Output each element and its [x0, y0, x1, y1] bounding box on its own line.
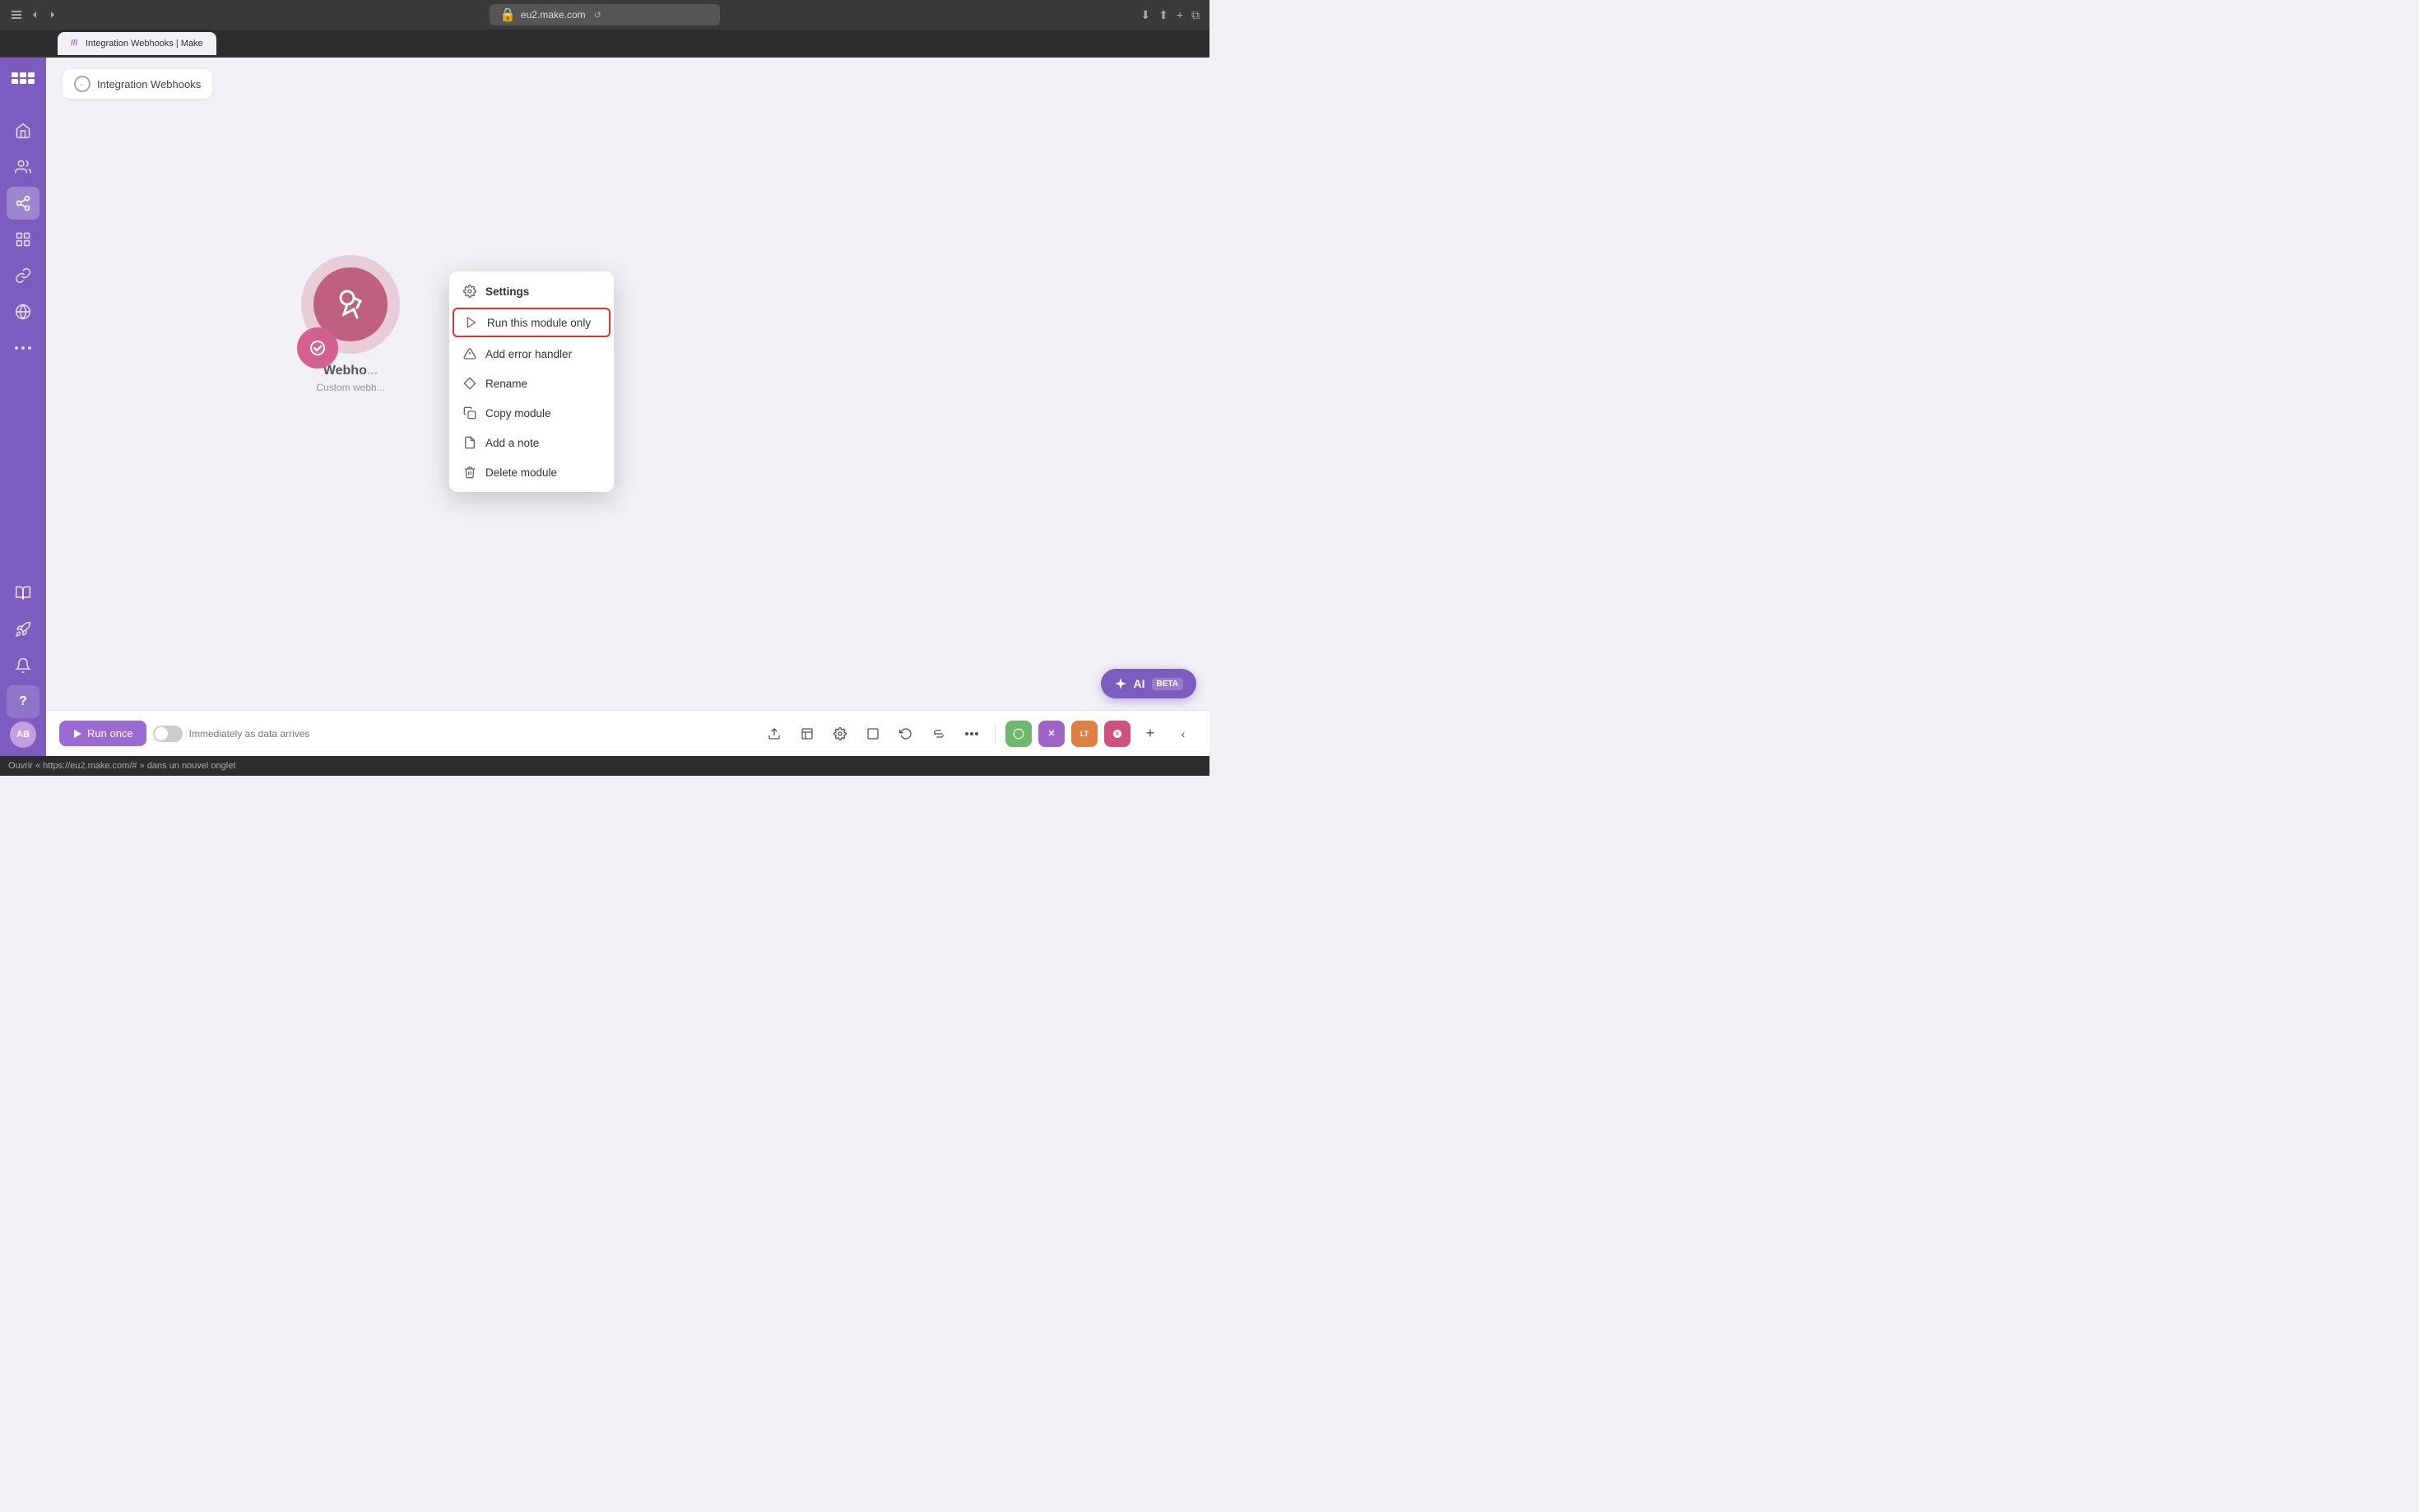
download-icon[interactable]: ⬇: [1140, 8, 1150, 22]
tab-title: Integration Webhooks | Make: [86, 39, 203, 49]
add-error-label: Add error handler: [485, 348, 572, 360]
orange-btn-label: LT: [1080, 730, 1089, 738]
sub-module-icon: [308, 338, 327, 358]
sidebar-item-more[interactable]: [7, 332, 39, 364]
ai-label: AI: [1134, 677, 1145, 690]
toolbar-save-btn[interactable]: [761, 721, 787, 747]
toolbar-pink-btn[interactable]: [1104, 721, 1131, 747]
warning-icon: [462, 346, 477, 361]
toolbar-green-btn[interactable]: [1005, 721, 1032, 747]
toolbar-layout-btn[interactable]: [794, 721, 820, 747]
breadcrumb-bar: ← Integration Webhooks: [46, 58, 1210, 110]
reload-icon: ↺: [594, 10, 601, 21]
sidebar-item-apps[interactable]: [7, 223, 39, 256]
breadcrumb-back-icon: ←: [74, 76, 91, 92]
toolbar-settings-btn[interactable]: [827, 721, 853, 747]
back-btn[interactable]: [28, 8, 41, 21]
module-node-webhook[interactable]: Webho... Custom webh...: [301, 255, 400, 393]
avatar-initials: AB: [16, 730, 30, 740]
tab-favicon: ///: [71, 39, 81, 49]
avatar[interactable]: AB: [10, 721, 36, 748]
toggle-knob: [155, 727, 168, 740]
context-menu-delete[interactable]: Delete module: [449, 457, 614, 487]
sidebar-item-connections[interactable]: [7, 259, 39, 292]
active-tab[interactable]: /// Integration Webhooks | Make: [58, 32, 216, 55]
module-sublabel: Custom webh...: [316, 382, 384, 393]
forward-btn[interactable]: [46, 8, 59, 21]
share-icon[interactable]: ⬆: [1158, 8, 1168, 22]
run-once-button[interactable]: Run once: [59, 721, 146, 746]
context-menu-run-module[interactable]: Run this module only: [453, 308, 611, 337]
status-bar: Ouvrir « https://eu2.make.com/# » dans u…: [0, 756, 1210, 776]
status-text: Ouvrir « https://eu2.make.com/# » dans u…: [8, 761, 235, 771]
ai-sparkle-icon: [1114, 677, 1127, 690]
toolbar-collapse-btn[interactable]: ‹: [1170, 721, 1196, 747]
settings-label: Settings: [485, 285, 529, 298]
module-sub-circle: [297, 327, 338, 369]
toolbar-divider: [995, 724, 996, 744]
toolbar-undo-btn[interactable]: [893, 721, 919, 747]
tab-bar: /// Integration Webhooks | Make: [0, 30, 1210, 58]
copy-icon: [462, 406, 477, 420]
app-container: ? AB ← Integration Webhooks: [0, 58, 1210, 756]
gear-icon: [462, 284, 477, 299]
toolbar-more-btn[interactable]: [959, 721, 985, 747]
copy-module-label: Copy module: [485, 407, 551, 420]
sidebar-toggle-btn[interactable]: [10, 8, 23, 21]
run-module-label: Run this module only: [487, 317, 591, 329]
sidebar-item-scenarios[interactable]: [7, 187, 39, 220]
sidebar-item-home[interactable]: [7, 114, 39, 147]
browser-chrome: 🔒 eu2.make.com ↺ ⬇ ⬆ + ⧉: [0, 0, 1210, 30]
bottom-toolbar: Run once Immediately as data arrives: [46, 710, 1210, 756]
pink-btn-icon: [1112, 729, 1122, 739]
new-tab-icon[interactable]: +: [1177, 8, 1183, 21]
canvas-area: Webho... Custom webh... Settings: [46, 107, 1210, 707]
run-once-label: Run once: [87, 727, 133, 740]
logo[interactable]: [5, 66, 41, 101]
sidebar-item-docs[interactable]: [7, 577, 39, 610]
run-once-play-icon: [72, 729, 82, 739]
address-bar[interactable]: 🔒 eu2.make.com ↺: [490, 4, 720, 26]
lock-icon: 🔒: [499, 7, 516, 23]
sidebar-item-globe[interactable]: [7, 295, 39, 328]
toolbar-orange-btn[interactable]: LT: [1071, 721, 1098, 747]
sidebar-item-help[interactable]: ?: [7, 685, 39, 718]
sidebar-item-notifications[interactable]: [7, 649, 39, 682]
sidebar: ? AB: [0, 58, 46, 756]
toolbar-add-btn[interactable]: +: [1137, 721, 1163, 747]
schedule-label: Immediately as data arrives: [189, 728, 310, 740]
schedule-toggle[interactable]: [153, 726, 183, 742]
rename-label: Rename: [485, 378, 527, 390]
window-icon[interactable]: ⧉: [1191, 8, 1200, 22]
url-text: eu2.make.com: [521, 9, 586, 21]
diamond-icon: [462, 376, 477, 391]
breadcrumb-item[interactable]: ← Integration Webhooks: [63, 69, 212, 99]
toolbar-strikethrough-btn[interactable]: [926, 721, 952, 747]
sidebar-item-users[interactable]: [7, 151, 39, 183]
module-label: Webho...: [323, 364, 378, 378]
browser-right-controls[interactable]: ⬇ ⬆ + ⧉: [1140, 8, 1200, 22]
note-icon: [462, 435, 477, 450]
breadcrumb-label: Integration Webhooks: [97, 78, 201, 90]
delete-module-label: Delete module: [485, 466, 557, 479]
sidebar-bottom: ? AB: [7, 577, 39, 748]
add-note-label: Add a note: [485, 437, 539, 449]
context-menu: Settings Run this module only: [449, 271, 614, 492]
browser-window-controls[interactable]: [10, 8, 59, 21]
purple-btn-label: ✕: [1047, 728, 1055, 739]
context-menu-settings[interactable]: Settings: [449, 276, 614, 306]
context-menu-add-note[interactable]: Add a note: [449, 428, 614, 457]
context-menu-copy[interactable]: Copy module: [449, 398, 614, 428]
ai-beta-badge: BETA: [1152, 678, 1183, 690]
context-menu-add-error[interactable]: Add error handler: [449, 339, 614, 369]
main-content: ← Integration Webhooks: [46, 58, 1210, 756]
ai-button[interactable]: AI BETA: [1101, 669, 1196, 698]
toolbar-purple-btn[interactable]: ✕: [1038, 721, 1065, 747]
sidebar-item-launch[interactable]: [7, 613, 39, 646]
context-menu-rename[interactable]: Rename: [449, 369, 614, 398]
play-icon: [464, 315, 479, 330]
module-webhook-icon: [331, 285, 370, 324]
trash-icon: [462, 465, 477, 480]
toolbar-notes-btn[interactable]: [860, 721, 886, 747]
